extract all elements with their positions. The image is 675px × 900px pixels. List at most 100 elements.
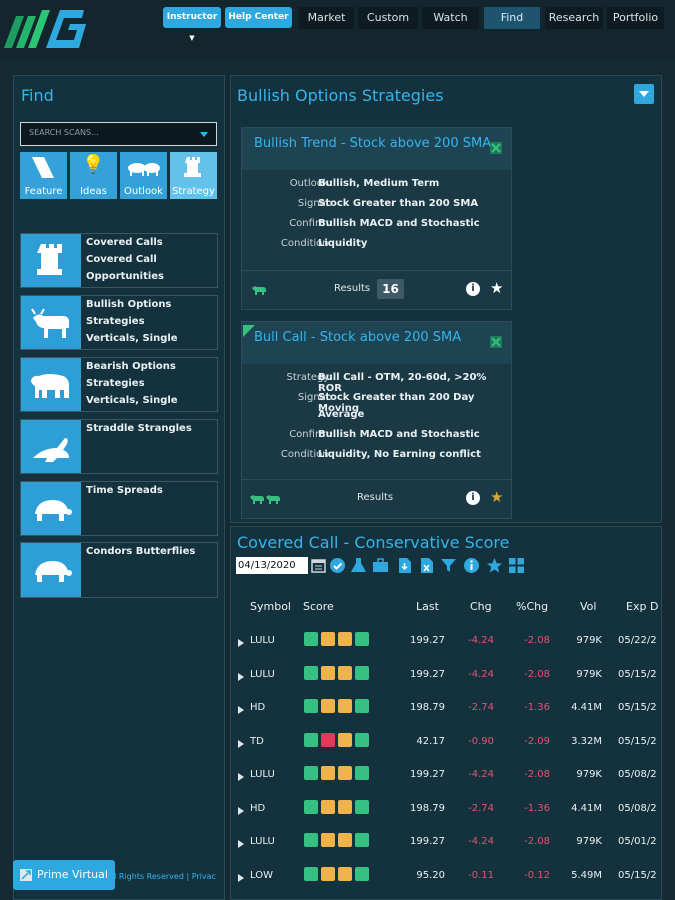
- category-strategy[interactable]: Strategy: [170, 152, 217, 199]
- expand-row-icon[interactable]: [238, 806, 244, 815]
- star-icon[interactable]: [486, 557, 503, 574]
- bull-icon: [31, 308, 69, 338]
- symbol-cell[interactable]: LULU: [250, 669, 275, 680]
- table-row[interactable]: HD 198.79 -2.74 -1.36 4.41M 05/15/2: [230, 694, 662, 727]
- table-row[interactable]: LULU 199.27 -4.24 -2.08 979K 05/15/2: [230, 661, 662, 694]
- chevron-down-icon: [200, 132, 208, 137]
- help-center-button[interactable]: Help Center: [225, 7, 292, 28]
- prime-virtual-badge[interactable]: Prime Virtual: [13, 860, 115, 890]
- category-outlook[interactable]: Outlook: [120, 152, 167, 199]
- expand-row-icon[interactable]: [238, 873, 244, 882]
- results-count-badge[interactable]: 16: [377, 279, 404, 299]
- kv-value: Bullish MACD and Stochastic: [318, 218, 480, 229]
- search-scans-select[interactable]: SEARCH SCANS...: [20, 122, 217, 146]
- expand-row-icon[interactable]: [238, 840, 244, 848]
- tab-watch[interactable]: Watch: [422, 7, 479, 29]
- expand-row-icon[interactable]: [238, 773, 244, 781]
- bull-bear-icon: [128, 163, 160, 176]
- instructor-button[interactable]: Instructor ▼: [163, 7, 221, 42]
- scan-item-time-spreads[interactable]: Time Spreads: [20, 481, 218, 536]
- scan-item-condors-butterflies[interactable]: Condors Butterflies: [20, 542, 218, 598]
- lightbulb-icon: 💡: [82, 154, 105, 175]
- file-download-icon[interactable]: [396, 557, 413, 574]
- column-header-symbol[interactable]: Symbol: [250, 600, 291, 613]
- score-volume-icon: [355, 833, 369, 847]
- scan-item-bullish-options[interactable]: Bullish Options Strategies Verticals, Si…: [20, 295, 218, 350]
- score-dollar-icon: [338, 665, 352, 680]
- expand-row-icon[interactable]: [238, 672, 244, 681]
- chg-cell: -4.24: [468, 668, 494, 680]
- pchg-cell: -2.08: [524, 769, 550, 780]
- info-circle-icon[interactable]: [463, 557, 480, 574]
- calendar-icon[interactable]: [310, 557, 327, 574]
- table-row[interactable]: LULU 199.27 -4.24 -2.08 979K 05/08/2: [230, 761, 662, 794]
- column-header-exp[interactable]: Exp D: [626, 600, 658, 613]
- tab-portfolio[interactable]: Portfolio: [607, 7, 664, 29]
- tab-find[interactable]: Find: [484, 7, 540, 29]
- symbol-cell[interactable]: LULU: [250, 635, 275, 646]
- grid-icon[interactable]: [508, 557, 525, 574]
- scan-icon-box: [21, 482, 81, 535]
- vol-cell: 3.32M: [571, 735, 602, 747]
- card-footer: Results i ★: [242, 479, 511, 518]
- tab-research[interactable]: Research: [545, 7, 603, 29]
- table-row[interactable]: LULU 199.27 -4.24 -2.08 979K 05/01/2: [230, 828, 662, 861]
- column-header-vol[interactable]: Vol: [580, 600, 596, 613]
- scan-title: Bearish Options: [86, 361, 176, 372]
- table-row[interactable]: LULU 199.27 -4.24 -2.08 979K 05/22/2: [230, 627, 662, 660]
- category-label: Strategy: [172, 186, 215, 197]
- file-excel-icon[interactable]: [418, 557, 435, 574]
- table-row[interactable]: TD 42.17 -0.90 -2.09 3.32M 05/15/2: [230, 728, 662, 761]
- expand-row-icon[interactable]: [238, 639, 244, 647]
- category-feature[interactable]: Feature: [20, 152, 67, 199]
- check-circle-icon[interactable]: [329, 557, 346, 574]
- scan-item-straddle-strangles[interactable]: Straddle Strangles: [20, 419, 218, 474]
- tab-market[interactable]: Market: [299, 7, 354, 29]
- briefcase-icon[interactable]: [372, 557, 389, 574]
- exp-cell: 05/15/2: [618, 735, 657, 747]
- table-row[interactable]: HD 198.79 -2.74 -1.36 4.41M 05/08/2: [230, 795, 662, 828]
- star-icon[interactable]: ★: [490, 488, 503, 506]
- scan-icon-box: [21, 296, 81, 349]
- symbol-cell[interactable]: LULU: [250, 836, 275, 847]
- results-label: Results: [334, 283, 371, 294]
- info-icon[interactable]: i: [466, 282, 480, 296]
- brand-logo[interactable]: [2, 2, 86, 50]
- scan-title: Straddle Strangles: [86, 423, 192, 434]
- column-header-score[interactable]: Score: [303, 600, 334, 613]
- symbol-cell[interactable]: HD: [250, 803, 265, 814]
- column-header-chg[interactable]: Chg: [470, 600, 492, 613]
- info-icon[interactable]: i: [466, 491, 480, 505]
- tab-custom[interactable]: Custom: [358, 7, 418, 29]
- filter-icon[interactable]: [440, 557, 457, 574]
- vol-cell: 4.41M: [571, 702, 602, 713]
- date-input[interactable]: [236, 557, 308, 574]
- scan-item-covered-calls[interactable]: Covered Calls Covered Call Opportunities: [20, 233, 218, 288]
- column-header-pchg[interactable]: %Chg: [516, 600, 548, 613]
- card-title: Bull Call - Stock above 200 SMA: [254, 330, 462, 345]
- category-label: Outlook: [124, 186, 163, 197]
- pchg-cell: -2.08: [524, 836, 550, 847]
- symbol-cell[interactable]: TD: [250, 736, 264, 747]
- star-icon[interactable]: ★: [490, 279, 503, 297]
- score-dollar-icon: [338, 766, 352, 780]
- column-header-last[interactable]: Last: [416, 600, 439, 613]
- last-cell: 95.20: [416, 869, 445, 881]
- score-dollar-icon: [338, 699, 352, 713]
- panel-menu-button[interactable]: [634, 84, 654, 104]
- expand-row-icon[interactable]: [238, 706, 244, 714]
- kv-value: Stock Greater than 200 SMA: [318, 198, 479, 209]
- expand-row-icon[interactable]: [238, 739, 244, 748]
- symbol-cell[interactable]: LOW: [250, 870, 273, 881]
- flask-icon[interactable]: [350, 557, 367, 574]
- table-row[interactable]: LOW 95.20 -0.11 -0.12 5.49M 05/15/2: [230, 862, 662, 895]
- category-ideas[interactable]: 💡 Ideas: [70, 152, 117, 199]
- symbol-cell[interactable]: HD: [250, 702, 265, 713]
- strategy-badge-icon: [490, 142, 502, 154]
- card-header: Bullish Trend - Stock above 200 SMA: [242, 128, 511, 170]
- copyright-text[interactable]: I Rights Reserved | Privac: [114, 872, 216, 881]
- symbol-cell[interactable]: LULU: [250, 769, 275, 780]
- strategy-card[interactable]: Bull Call - Stock above 200 SMA Strategy…: [241, 321, 512, 519]
- strategy-card[interactable]: Bullish Trend - Stock above 200 SMA Outl…: [241, 127, 512, 310]
- scan-item-bearish-options[interactable]: Bearish Options Strategies Verticals, Si…: [20, 357, 218, 412]
